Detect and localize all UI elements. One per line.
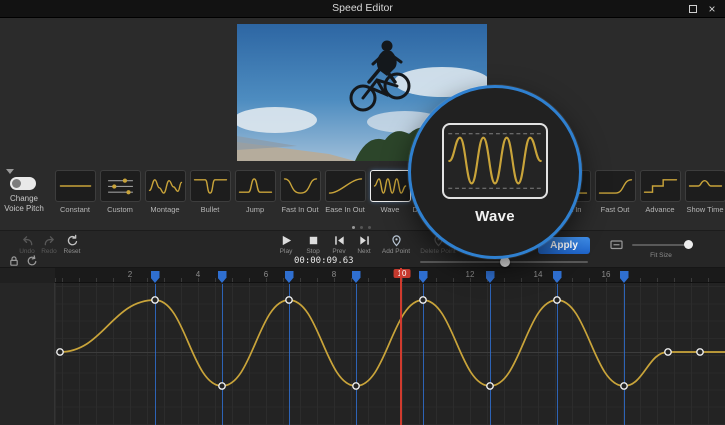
preset-wave[interactable]: Wave (368, 170, 413, 214)
reset-button[interactable]: Reset (55, 234, 89, 255)
preset-constant[interactable]: Constant (53, 170, 98, 214)
stop-icon (307, 234, 320, 247)
preset-thumbnail[interactable] (280, 170, 321, 202)
loop-icon[interactable] (26, 255, 38, 267)
timeline-zoom-slider[interactable] (632, 244, 690, 246)
preset-thumbnail[interactable] (325, 170, 366, 202)
curve-control-point[interactable] (420, 297, 426, 303)
preset-thumbnail[interactable] (370, 170, 411, 202)
next-icon (358, 234, 371, 247)
preset-thumbnail[interactable] (100, 170, 141, 202)
pager-dot[interactable] (368, 226, 371, 229)
preset-custom[interactable]: Custom (98, 170, 143, 214)
preset-thumbnail[interactable] (640, 170, 681, 202)
preset-label: Wave (368, 205, 413, 214)
maximize-button[interactable] (685, 2, 701, 16)
preset-strip: ConstantCustomMontageBulletJumpFast In O… (0, 170, 725, 220)
pager-dot[interactable] (352, 226, 355, 229)
curve-editor-canvas[interactable] (55, 283, 725, 425)
preset-pager-dots[interactable] (352, 226, 371, 229)
preset-label: Fast In Out (278, 205, 323, 214)
maximize-icon (689, 5, 697, 13)
ruler-tick: 16 (602, 270, 611, 279)
magnifier-callout: Wave (408, 85, 582, 259)
preset-thumbnail[interactable] (235, 170, 276, 202)
speed-editor-window: Speed Editor × (0, 0, 725, 425)
preset-thumbnail[interactable] (685, 170, 725, 202)
preset-thumbnail[interactable] (595, 170, 636, 202)
preset-label: Constant (53, 205, 98, 214)
reset-label: Reset (55, 248, 89, 255)
preset-label: Montage (143, 205, 188, 214)
pager-dot[interactable] (360, 226, 363, 229)
curve-control-point[interactable] (665, 349, 671, 355)
zoom-out-icon[interactable] (610, 238, 623, 251)
ruler-corner (0, 268, 55, 283)
ruler-tick: 8 (332, 270, 336, 279)
preset-show-time[interactable]: Show Time (683, 170, 725, 214)
play-icon (280, 234, 293, 247)
magnifier-label: Wave (475, 208, 515, 225)
preset-label: Fast Out (593, 205, 638, 214)
preset-label: Advance (638, 205, 683, 214)
preset-thumbnail[interactable] (145, 170, 186, 202)
ruler-tick: 6 (264, 270, 268, 279)
preset-label: Ease In Out (323, 205, 368, 214)
ruler-tick: 12 (466, 270, 475, 279)
ruler-tick: 4 (196, 270, 200, 279)
window-title: Speed Editor (0, 2, 725, 14)
magnifier-wave-curve (444, 125, 546, 197)
prev-icon (333, 234, 346, 247)
curve-control-point[interactable] (152, 297, 158, 303)
timeline-zoom-knob[interactable] (684, 240, 693, 249)
preset-label: Custom (98, 205, 143, 214)
original-speed-line (55, 352, 725, 353)
fit-size-label: Fit Size (628, 252, 694, 259)
magnifier-wave-thumbnail (442, 123, 548, 199)
preset-thumbnail[interactable] (190, 170, 231, 202)
close-icon: × (708, 3, 715, 15)
close-button[interactable]: × (704, 2, 720, 16)
preset-label: Show Time (683, 205, 725, 214)
ruler-tick: 14 (534, 270, 543, 279)
curve-control-point[interactable] (219, 383, 225, 389)
redo-icon (43, 234, 56, 247)
preset-label: Jump (233, 205, 278, 214)
curve-control-point[interactable] (286, 297, 292, 303)
preset-bullet[interactable]: Bullet (188, 170, 233, 214)
add-point-icon (390, 234, 403, 247)
preset-jump[interactable]: Jump (233, 170, 278, 214)
preset-advance[interactable]: Advance (638, 170, 683, 214)
curve-control-point[interactable] (697, 349, 703, 355)
curve-control-point[interactable] (554, 297, 560, 303)
curve-control-point[interactable] (353, 383, 359, 389)
ruler-tick: 2 (128, 270, 132, 279)
speed-axis-gutter: 2X Original 1/2 (0, 283, 55, 425)
curve-control-point[interactable] (487, 383, 493, 389)
preset-ease-in-out[interactable]: Ease In Out (323, 170, 368, 214)
preset-montage[interactable]: Montage (143, 170, 188, 214)
reset-icon (66, 234, 79, 247)
preset-thumbnail[interactable] (55, 170, 96, 202)
lock-icon[interactable] (8, 255, 20, 267)
ruler-tick-current: 10 (394, 269, 411, 278)
preset-label: Bullet (188, 205, 233, 214)
preset-fast-out[interactable]: Fast Out (593, 170, 638, 214)
preset-fast-in-out[interactable]: Fast In Out (278, 170, 323, 214)
curve-control-point[interactable] (57, 349, 63, 355)
timecode-display: 00:00:09.63 (294, 256, 354, 266)
curve-control-point[interactable] (621, 383, 627, 389)
titlebar[interactable]: Speed Editor × (0, 0, 725, 18)
playhead[interactable] (400, 268, 402, 425)
